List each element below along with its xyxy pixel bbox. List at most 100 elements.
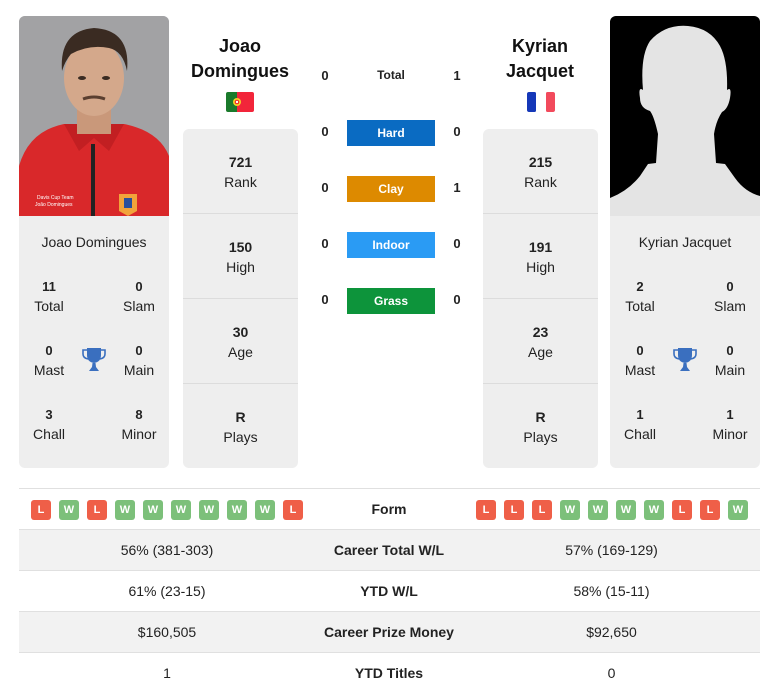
- form-badge-win[interactable]: W: [227, 500, 247, 520]
- titles-chall-value: 1: [636, 407, 644, 422]
- player1-card: Davis Cup Team João Domingues Joao Domin…: [19, 16, 169, 468]
- table-row: 61% (23-15) YTD W/L 58% (15-11): [19, 571, 760, 612]
- hard-right: 0: [453, 124, 461, 139]
- form-badge-win[interactable]: W: [255, 500, 275, 520]
- surface-badge-hard[interactable]: Hard: [347, 120, 435, 146]
- form-badge-win[interactable]: W: [560, 500, 580, 520]
- stat-age-label: Age: [528, 344, 553, 360]
- portugal-flag-icon: [226, 92, 254, 112]
- stat-plays-label: Plays: [523, 429, 558, 445]
- form-badge-win[interactable]: W: [616, 500, 636, 520]
- form-badge-win[interactable]: W: [171, 500, 191, 520]
- surface-row-hard: 0 Hard 0: [310, 120, 470, 146]
- titles-mast-label: Mast: [624, 362, 656, 378]
- titles-minor-label: Minor: [712, 426, 748, 442]
- prize-money-right: $92,650: [586, 624, 637, 640]
- stat-age-value: 30: [232, 324, 249, 340]
- form-badge-win[interactable]: W: [728, 500, 748, 520]
- titles-minor-label: Minor: [121, 426, 157, 442]
- player1-name-line2: Domingues: [190, 61, 289, 81]
- form-badge-win[interactable]: W: [588, 500, 608, 520]
- player1-card-name[interactable]: Joao Domingues: [19, 234, 169, 250]
- stat-high: 191 High: [483, 214, 598, 299]
- surface-row-indoor: 0 Indoor 0: [310, 232, 470, 258]
- titles-slam: 0 Slam: [700, 278, 760, 316]
- hard-left: 0: [321, 124, 329, 139]
- career-wl-right: 57% (169-129): [565, 542, 658, 558]
- surface-badge-grass[interactable]: Grass: [347, 288, 435, 314]
- player1-name-line1: Joao: [218, 36, 261, 56]
- stat-plays: R Plays: [183, 384, 298, 468]
- titles-total-value: 11: [42, 279, 56, 294]
- player2-form: LLLWWWWLLW: [476, 500, 748, 520]
- clay-right: 1: [453, 180, 461, 195]
- stat-high: 150 High: [183, 214, 298, 299]
- ytd-wl-left: 61% (23-15): [128, 583, 206, 599]
- form-badge-loss[interactable]: L: [504, 500, 524, 520]
- h2h-total-right: 1: [453, 68, 461, 83]
- table-row: 56% (381-303) Career Total W/L 57% (169-…: [19, 530, 760, 571]
- titles-slam: 0 Slam: [109, 278, 169, 316]
- titles-slam-value: 0: [135, 279, 143, 294]
- form-badge-loss[interactable]: L: [87, 500, 107, 520]
- titles-total-value: 2: [636, 279, 644, 294]
- form-badge-win[interactable]: W: [199, 500, 219, 520]
- stat-plays-label: Plays: [223, 429, 258, 445]
- titles-chall: 3 Chall: [19, 406, 79, 444]
- titles-slam-label: Slam: [123, 298, 155, 314]
- form-badge-loss[interactable]: L: [532, 500, 552, 520]
- surface-badge-indoor[interactable]: Indoor: [347, 232, 435, 258]
- clay-left: 0: [321, 180, 329, 195]
- player1-name[interactable]: Joao Domingues: [170, 34, 310, 84]
- trophy-icon: [82, 347, 106, 373]
- form-badge-win[interactable]: W: [115, 500, 135, 520]
- stat-high-label: High: [226, 259, 255, 275]
- titles-minor: 1 Minor: [700, 406, 760, 444]
- stat-plays-value: R: [235, 409, 246, 425]
- svg-text:João Domingues: João Domingues: [35, 202, 73, 208]
- titles-minor-value: 1: [726, 407, 734, 422]
- surface-badge-clay[interactable]: Clay: [347, 176, 435, 202]
- stat-rank-value: 721: [228, 154, 253, 170]
- player1-photo[interactable]: Davis Cup Team João Domingues: [19, 16, 169, 216]
- titles-main-value: 0: [135, 343, 143, 358]
- player1-stats: 721 Rank 150 High 30 Age R Plays: [183, 129, 298, 468]
- svg-text:Davis Cup Team: Davis Cup Team: [37, 195, 74, 201]
- titles-total: 2 Total: [610, 278, 670, 316]
- france-flag-icon: [527, 92, 555, 112]
- stat-high-label: High: [526, 259, 555, 275]
- prize-money-left: $160,505: [137, 624, 197, 640]
- form-badge-win[interactable]: W: [644, 500, 664, 520]
- stat-rank: 215 Rank: [483, 129, 598, 214]
- form-badge-loss[interactable]: L: [283, 500, 303, 520]
- indoor-right: 0: [453, 236, 461, 251]
- stat-rank-label: Rank: [524, 174, 557, 190]
- form-badge-loss[interactable]: L: [700, 500, 720, 520]
- stat-rank-value: 215: [528, 154, 553, 170]
- titles-main: 0 Main: [700, 342, 760, 380]
- titles-main-label: Main: [714, 362, 746, 378]
- stat-rank: 721 Rank: [183, 129, 298, 214]
- form-badge-loss[interactable]: L: [476, 500, 496, 520]
- titles-mast-label: Mast: [33, 362, 65, 378]
- form-badge-loss[interactable]: L: [31, 500, 51, 520]
- player2-photo[interactable]: [610, 16, 760, 216]
- surface-row-grass: 0 Grass 0: [310, 288, 470, 314]
- form-badge-win[interactable]: W: [143, 500, 163, 520]
- titles-slam-label: Slam: [714, 298, 746, 314]
- grass-left: 0: [321, 292, 329, 307]
- stat-age: 30 Age: [183, 299, 298, 384]
- form-badge-loss[interactable]: L: [672, 500, 692, 520]
- stat-plays-value: R: [535, 409, 546, 425]
- player2-card-name[interactable]: Kyrian Jacquet: [610, 234, 760, 250]
- stat-age: 23 Age: [483, 299, 598, 384]
- career-wl-label: Career Total W/L: [333, 542, 445, 558]
- player2-name-line2: Jacquet: [505, 61, 575, 81]
- ytd-titles-left: 1: [163, 665, 171, 681]
- table-row: 1 YTD Titles 0: [19, 653, 760, 694]
- trophy-icon: [673, 347, 697, 373]
- form-badge-win[interactable]: W: [59, 500, 79, 520]
- stat-age-value: 23: [532, 324, 549, 340]
- titles-chall-label: Chall: [624, 426, 656, 442]
- player2-name[interactable]: Kyrian Jacquet: [470, 34, 610, 84]
